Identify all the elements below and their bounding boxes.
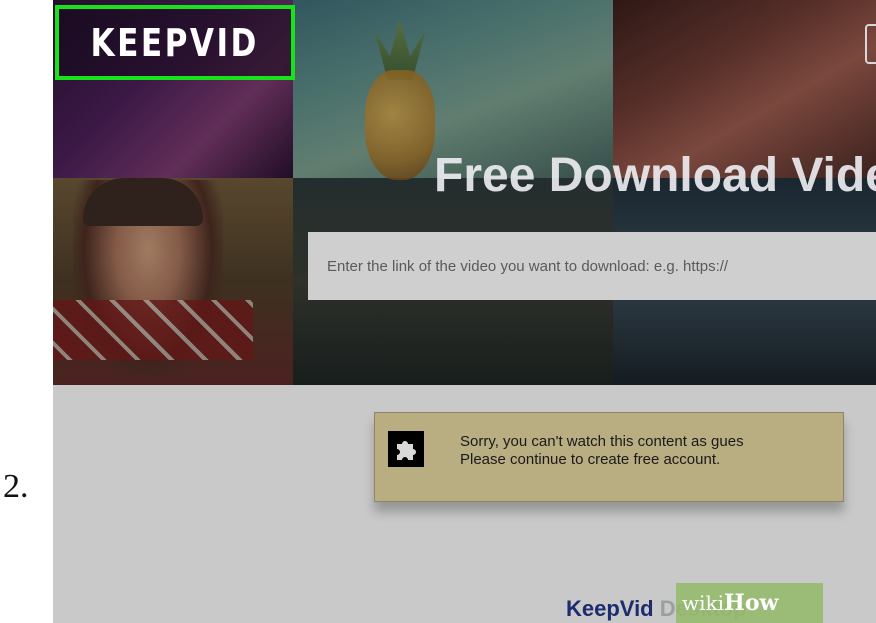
wikihow-watermark: wiki How [676, 583, 823, 623]
step-number: 2. [3, 468, 29, 505]
browser-screenshot: KEEPVID Free Download Vide [53, 0, 876, 623]
hero-banner: KEEPVID Free Download Vide [53, 0, 876, 385]
hero-title: Free Download Vide [434, 149, 876, 202]
notice-message: Sorry, you can't watch this content as g… [460, 433, 744, 469]
menu-icon[interactable] [865, 24, 876, 64]
keepvid-logo: KEEPVID [90, 20, 260, 65]
plugin-notice[interactable]: Sorry, you can't watch this content as g… [374, 412, 844, 502]
video-url-input[interactable] [308, 232, 876, 300]
keepvid-logo-link[interactable]: KEEPVID [55, 5, 295, 80]
watermark-how: How [724, 590, 779, 616]
notice-line-1: Sorry, you can't watch this content as g… [460, 433, 744, 450]
watermark-wiki: wiki [682, 591, 725, 615]
heading-main: KeepVid [566, 596, 654, 621]
notice-line-2: Please continue to create free account. [460, 451, 721, 468]
puzzle-piece-icon [388, 431, 424, 467]
